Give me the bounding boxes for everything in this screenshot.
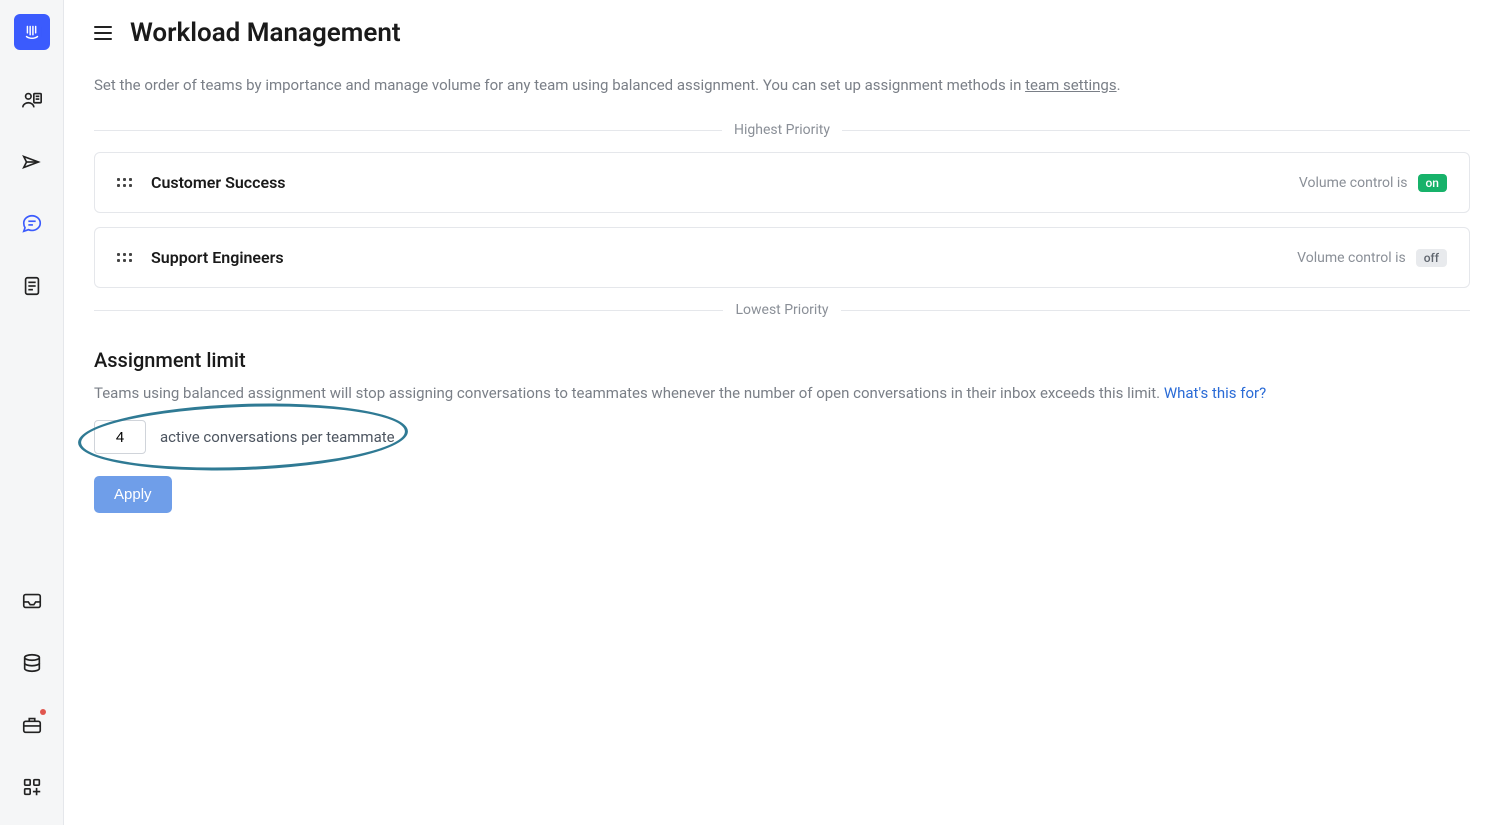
assignment-limit-desc-text: Teams using balanced assignment will sto… [94, 384, 1164, 402]
app-logo[interactable] [14, 14, 50, 50]
assignment-limit-title: Assignment limit [94, 348, 1470, 372]
nav-chat[interactable] [12, 204, 52, 244]
volume-badge-off[interactable]: off [1416, 249, 1447, 267]
briefcase-icon [21, 714, 43, 736]
nav-contacts[interactable] [12, 80, 52, 120]
stack-icon [21, 652, 43, 674]
page-title: Workload Management [130, 18, 401, 48]
nav-stack[interactable] [12, 643, 52, 683]
highest-priority-label: Highest Priority [734, 122, 830, 138]
divider-line [94, 310, 723, 311]
desc-text-after: . [1117, 76, 1121, 94]
team-settings-link[interactable]: team settings [1025, 76, 1117, 94]
header-row: Workload Management [94, 18, 1470, 48]
team-row[interactable]: Support Engineers Volume control is off [94, 227, 1470, 288]
assignment-limit-desc: Teams using balanced assignment will sto… [94, 384, 1470, 402]
notification-dot-icon [40, 709, 46, 715]
team-name: Support Engineers [151, 248, 1297, 267]
contacts-icon [21, 89, 43, 111]
assignment-limit-input[interactable] [94, 420, 146, 454]
divider-line [842, 130, 1470, 131]
team-row[interactable]: Customer Success Volume control is on [94, 152, 1470, 213]
divider-line [94, 130, 722, 131]
desc-text: Set the order of teams by importance and… [94, 76, 1025, 94]
nav-apps[interactable] [12, 767, 52, 807]
page-description: Set the order of teams by importance and… [94, 76, 1470, 94]
document-icon [21, 275, 43, 297]
lowest-priority-divider: Lowest Priority [94, 302, 1470, 318]
volume-control-label: Volume control is [1299, 175, 1408, 191]
divider-line [841, 310, 1470, 311]
assignment-limit-suffix: active conversations per teammate [160, 428, 395, 446]
whats-this-for-link[interactable]: What's this for? [1164, 384, 1266, 402]
menu-toggle[interactable] [94, 26, 112, 40]
nav-send[interactable] [12, 142, 52, 182]
main-content: Workload Management Set the order of tea… [64, 0, 1500, 825]
lowest-priority-label: Lowest Priority [735, 302, 828, 318]
intercom-logo-icon [21, 21, 43, 43]
apply-button[interactable]: Apply [94, 476, 172, 513]
team-name: Customer Success [151, 173, 1299, 192]
nav-document[interactable] [12, 266, 52, 306]
volume-control-label: Volume control is [1297, 250, 1406, 266]
chat-icon [21, 213, 43, 235]
drag-handle-icon[interactable] [117, 253, 133, 262]
drag-handle-icon[interactable] [117, 178, 133, 187]
apps-add-icon [21, 776, 43, 798]
nav-inbox[interactable] [12, 581, 52, 621]
volume-badge-on[interactable]: on [1418, 174, 1448, 192]
inbox-icon [21, 590, 43, 612]
sidebar [0, 0, 64, 825]
highest-priority-divider: Highest Priority [94, 122, 1470, 138]
assignment-limit-row: active conversations per teammate [94, 420, 395, 454]
send-icon [21, 151, 43, 173]
nav-briefcase[interactable] [12, 705, 52, 745]
